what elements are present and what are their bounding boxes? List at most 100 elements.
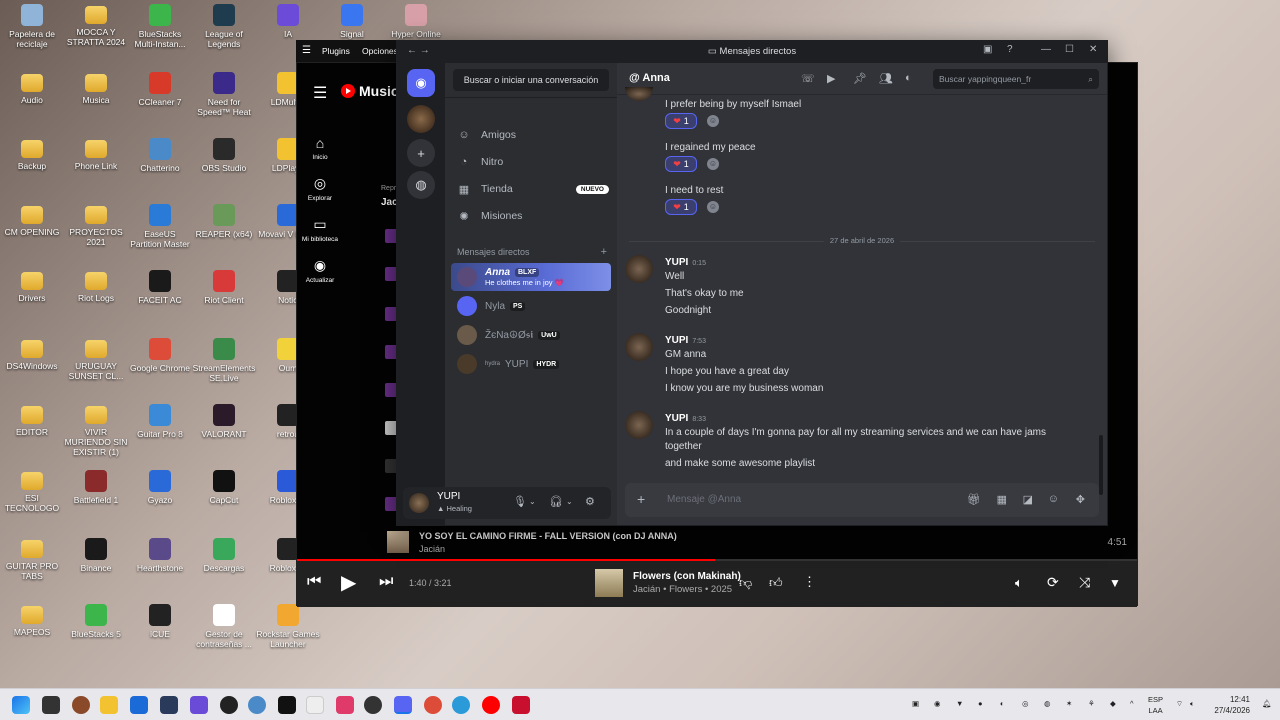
reaction-button[interactable]: ❤ 1 <box>665 156 697 172</box>
desktop-icon[interactable]: Guitar Pro 8 <box>128 404 192 439</box>
previous-icon[interactable]: ⏮ <box>307 573 321 591</box>
dislike-icon[interactable]: 👎︎ <box>739 575 752 591</box>
help-icon[interactable]: ? <box>1007 44 1013 55</box>
ytm-nav-mi-biblioteca[interactable]: ▭ Mi biblioteca <box>297 216 343 243</box>
queue-track-row[interactable]: YO SOY EL CAMINO FIRME - FALL VERSION (c… <box>387 529 1127 559</box>
desktop-icon[interactable]: Papelera de reciclaje <box>0 4 64 49</box>
message-author[interactable]: YUPI 0:15 <box>665 257 706 268</box>
outlook-icon[interactable] <box>130 696 148 714</box>
desktop-icon[interactable]: iCUE <box>128 604 192 639</box>
dm-item[interactable]: Anna BLXF He clothes me in joy 💗 <box>451 263 611 291</box>
composer-placeholder[interactable]: Mensaje @Anna <box>667 494 741 505</box>
options-menu[interactable]: Opciones <box>362 46 398 56</box>
message-author[interactable]: YUPI 7:53 <box>665 335 706 346</box>
gift-icon[interactable]: 🎁︎ <box>967 493 981 506</box>
desktop-icon[interactable]: Rockstar Games Launcher <box>256 604 320 649</box>
call-icon[interactable]: ☏ <box>801 72 815 85</box>
app-icon[interactable] <box>364 696 382 714</box>
chevron-down-icon[interactable]: ⌄ <box>529 497 536 506</box>
desktop-icon[interactable]: Need for Speed™ Heat <box>192 72 256 117</box>
discover-icon[interactable]: ◍ <box>407 171 435 199</box>
plugins-menu[interactable]: Plugins <box>322 46 350 56</box>
close-icon[interactable]: ✕ <box>1089 44 1097 55</box>
like-icon[interactable]: 👍︎ <box>769 575 783 591</box>
wifi-icon[interactable]: ⌔ <box>1176 699 1183 709</box>
desktop-icon[interactable]: VIVIR MURIENDO SIN EXISTIR (1) <box>64 404 128 457</box>
app-icon[interactable] <box>72 696 90 714</box>
desktop-icon[interactable]: Backup <box>0 138 64 171</box>
desktop-icon[interactable]: Riot Logs <box>64 270 128 303</box>
desktop-icon[interactable]: Hyper Online <box>384 4 448 39</box>
tiktok-studio-icon[interactable] <box>336 696 354 714</box>
desktop-icon[interactable]: Signal <box>320 4 384 39</box>
chatterino-icon[interactable] <box>248 696 266 714</box>
add-server-icon[interactable]: + <box>407 139 435 167</box>
desktop-icon[interactable]: MOCCA Y STRATTA 2024 <box>64 4 128 47</box>
desktop-icon[interactable]: Gyazo <box>128 470 192 505</box>
add-reaction-icon[interactable]: ☺ <box>707 115 719 127</box>
dm-item[interactable]: Nyla PS <box>451 292 611 320</box>
app-icon[interactable] <box>190 696 208 714</box>
chrome-icon[interactable] <box>424 696 442 714</box>
desktop-icon[interactable]: EaseUS Partition Master <box>128 204 192 249</box>
author-name[interactable]: YUPI <box>665 257 688 268</box>
desktop-icon[interactable]: Phone Link <box>64 138 128 171</box>
obs-icon[interactable] <box>220 696 238 714</box>
dm-search-button[interactable]: Buscar o iniciar una conversación <box>453 69 609 91</box>
gear-icon[interactable]: ⚙ <box>585 495 595 508</box>
app-icon[interactable] <box>512 696 530 714</box>
desktop-icon[interactable]: FACEIT AC <box>128 270 192 305</box>
add-reaction-icon[interactable]: ☺ <box>707 201 719 213</box>
desktop-icon[interactable]: Musica <box>64 72 128 105</box>
avatar[interactable] <box>625 255 653 283</box>
desktop-icon[interactable]: Riot Client <box>192 270 256 305</box>
message-author[interactable]: YUPI 8:33 <box>665 413 706 424</box>
desktop-icon[interactable]: Audio <box>0 72 64 105</box>
now-playing-art[interactable] <box>595 569 623 597</box>
tray-icon[interactable]: ● <box>978 699 983 708</box>
add-reaction-icon[interactable]: ☺ <box>707 158 719 170</box>
chevron-down-icon[interactable]: ⌄ <box>566 497 573 506</box>
desktop-icon[interactable]: BlueStacks 5 <box>64 604 128 639</box>
shuffle-icon[interactable]: ⤨ <box>1079 574 1090 591</box>
desktop-icon[interactable]: CM OPENING <box>0 204 64 237</box>
emoji-icon[interactable]: ☺ <box>1048 493 1059 505</box>
tray-icon[interactable]: ◐ <box>1000 699 1005 708</box>
discord-home-icon[interactable]: ◉ <box>407 69 435 97</box>
youtube-music-taskbar-icon[interactable] <box>482 696 500 714</box>
headphones-icon[interactable]: 🎧︎ <box>549 495 563 508</box>
desktop-icon[interactable]: Binance <box>64 538 128 573</box>
desktop-icon[interactable]: Battlefield 1 <box>64 470 128 505</box>
discord-taskbar-icon[interactable] <box>394 696 412 714</box>
desktop-icon[interactable]: GUITAR PRO TABS <box>0 538 64 581</box>
desktop-icon[interactable]: Chatterino <box>128 138 192 173</box>
tray-icon[interactable]: ◉ <box>934 699 941 708</box>
avatar[interactable] <box>409 493 429 513</box>
create-dm-icon[interactable]: + <box>601 246 607 258</box>
desktop-icon[interactable]: Gestor de contraseñas ... <box>192 604 256 649</box>
avatar[interactable] <box>625 87 653 101</box>
next-icon[interactable]: ⏭ <box>379 573 393 591</box>
desktop-icon[interactable]: URUGUAY SUNSET CL... <box>64 338 128 381</box>
message-composer[interactable]: + Mensaje @Anna 🎁︎ ▦ ◪ ☺ ✥ <box>625 483 1099 517</box>
tray-icon[interactable]: ▼ <box>956 699 963 708</box>
desktop-icon[interactable]: EDITOR <box>0 404 64 437</box>
file-explorer-icon[interactable] <box>100 696 118 714</box>
desktop-icon[interactable]: Google Chrome <box>128 338 192 373</box>
desktop-icon[interactable]: Descargas <box>192 538 256 573</box>
attach-icon[interactable]: + <box>637 491 645 507</box>
dm-nav-misiones[interactable]: ✺ Misiones <box>453 204 609 228</box>
play-icon[interactable]: ▶ <box>341 570 356 595</box>
app-icon[interactable] <box>306 696 324 714</box>
video-icon[interactable]: ▶ <box>827 72 835 85</box>
desktop-icon[interactable]: BlueStacks Multi-Instan... <box>128 4 192 49</box>
desktop-icon[interactable]: CapCut <box>192 470 256 505</box>
pin-icon[interactable]: 📌︎ <box>853 72 867 85</box>
dm-item[interactable]: hydra YUPI HYDR <box>451 350 611 378</box>
ytm-nav-inicio[interactable]: ⌂ Inicio <box>297 135 343 161</box>
repeat-icon[interactable]: ⟳ <box>1047 574 1059 591</box>
maximize-icon[interactable]: ☐ <box>1065 44 1074 55</box>
profile-icon[interactable]: ◐ <box>905 72 912 84</box>
desktop-icon[interactable]: ESI TECNOLOGO <box>0 470 64 513</box>
chat-recipient[interactable]: @ Anna <box>629 72 670 84</box>
